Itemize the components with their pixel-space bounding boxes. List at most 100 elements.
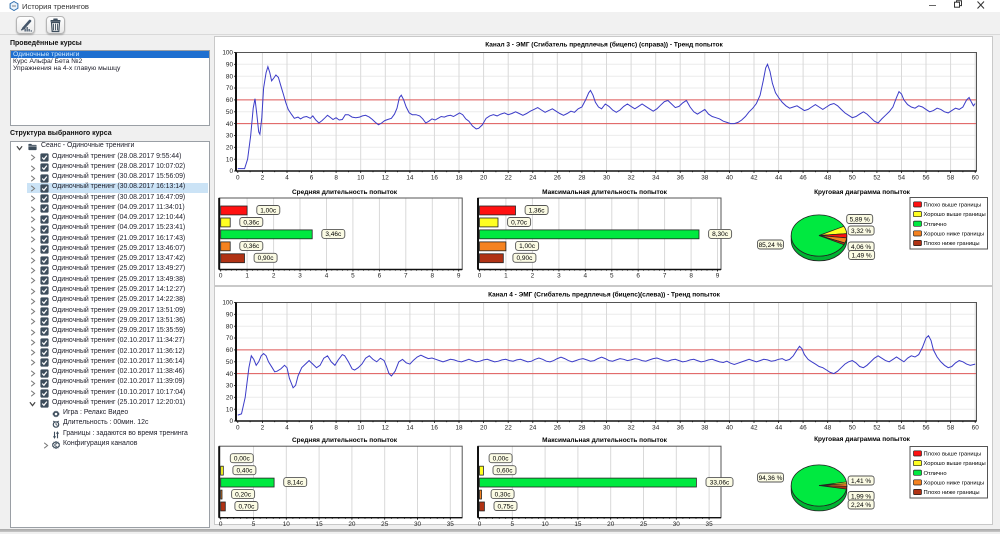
svg-text:36: 36 — [677, 424, 685, 431]
svg-text:24: 24 — [529, 175, 537, 182]
svg-text:4: 4 — [285, 175, 289, 182]
svg-text:90: 90 — [226, 311, 234, 318]
svg-text:0: 0 — [219, 520, 223, 527]
svg-text:0: 0 — [229, 418, 233, 425]
svg-text:10: 10 — [357, 424, 365, 431]
svg-text:16: 16 — [431, 175, 439, 182]
svg-text:0,60с: 0,60с — [497, 467, 514, 474]
svg-text:14: 14 — [406, 175, 414, 182]
svg-text:40: 40 — [226, 370, 234, 377]
svg-text:0,20с: 0,20с — [235, 491, 252, 498]
svg-text:44: 44 — [775, 424, 783, 431]
svg-text:50: 50 — [226, 359, 234, 366]
svg-text:0: 0 — [236, 175, 240, 182]
svg-text:28: 28 — [578, 175, 586, 182]
svg-text:3,46с: 3,46с — [325, 231, 342, 238]
svg-text:4: 4 — [584, 273, 588, 280]
svg-text:22: 22 — [505, 424, 513, 431]
svg-text:Плохо выше границы: Плохо выше границы — [924, 451, 982, 457]
svg-text:50: 50 — [849, 175, 857, 182]
svg-text:46: 46 — [800, 424, 808, 431]
svg-text:28: 28 — [578, 424, 586, 431]
svg-text:5: 5 — [511, 520, 515, 527]
svg-text:0,36с: 0,36с — [243, 243, 260, 250]
svg-text:8: 8 — [689, 273, 693, 280]
svg-text:56: 56 — [922, 424, 930, 431]
svg-text:60: 60 — [226, 347, 234, 354]
svg-text:4: 4 — [285, 424, 289, 431]
svg-text:34: 34 — [652, 424, 660, 431]
svg-text:85,24 %: 85,24 % — [759, 242, 783, 249]
svg-text:Отлично: Отлично — [924, 222, 947, 228]
svg-text:5: 5 — [252, 520, 256, 527]
svg-text:52: 52 — [873, 175, 881, 182]
svg-text:0,30с: 0,30с — [495, 491, 512, 498]
svg-text:60: 60 — [972, 175, 980, 182]
svg-text:Средняя длительность попыток: Средняя длительность попыток — [292, 189, 398, 196]
svg-text:2: 2 — [531, 273, 535, 280]
svg-text:Хорошо выше границы: Хорошо выше границы — [924, 461, 986, 467]
svg-text:22: 22 — [505, 175, 513, 182]
svg-text:15: 15 — [574, 520, 582, 527]
svg-text:10: 10 — [226, 406, 234, 413]
svg-text:30: 30 — [673, 520, 681, 527]
svg-text:34: 34 — [652, 175, 660, 182]
svg-text:32: 32 — [628, 175, 636, 182]
svg-text:30: 30 — [226, 133, 234, 140]
svg-text:1,00с: 1,00с — [519, 243, 536, 250]
svg-text:20: 20 — [607, 520, 615, 527]
svg-text:70: 70 — [226, 335, 234, 342]
svg-text:40: 40 — [726, 175, 734, 182]
svg-text:Круговая диаграмма попыток: Круговая диаграмма попыток — [814, 436, 911, 443]
svg-text:0,70с: 0,70с — [511, 219, 528, 226]
svg-text:2: 2 — [261, 424, 265, 431]
svg-text:94,36 %: 94,36 % — [759, 474, 783, 481]
svg-text:40: 40 — [726, 424, 734, 431]
svg-text:1,36с: 1,36с — [529, 207, 546, 214]
svg-text:20: 20 — [480, 424, 488, 431]
svg-text:Плохо ниже границы: Плохо ниже границы — [924, 490, 980, 496]
svg-text:90: 90 — [226, 62, 234, 69]
svg-text:Канал 4 - ЭМГ (Сгибатель предп: Канал 4 - ЭМГ (Сгибатель предплечья (биц… — [488, 290, 721, 298]
svg-text:44: 44 — [775, 175, 783, 182]
svg-text:2,24 %: 2,24 % — [851, 501, 871, 508]
svg-text:80: 80 — [226, 73, 234, 80]
svg-text:54: 54 — [898, 175, 906, 182]
svg-text:2: 2 — [272, 273, 276, 280]
svg-text:16: 16 — [431, 424, 439, 431]
svg-text:0,36с: 0,36с — [243, 219, 260, 226]
svg-text:0,00с: 0,00с — [493, 455, 510, 462]
svg-text:20: 20 — [480, 175, 488, 182]
svg-text:Плохо ниже границы: Плохо ниже границы — [924, 241, 980, 247]
svg-text:3,32 %: 3,32 % — [851, 228, 871, 235]
svg-text:10: 10 — [357, 175, 365, 182]
svg-text:Средняя длительность попыток: Средняя длительность попыток — [292, 437, 398, 444]
svg-text:100: 100 — [222, 50, 233, 57]
svg-text:58: 58 — [947, 175, 955, 182]
svg-text:12: 12 — [382, 175, 390, 182]
svg-text:60: 60 — [972, 424, 980, 431]
svg-text:70: 70 — [226, 85, 234, 92]
svg-text:12: 12 — [382, 424, 390, 431]
svg-text:56: 56 — [922, 175, 930, 182]
svg-text:Канал 3 - ЭМГ (Сгибатель предп: Канал 3 - ЭМГ (Сгибатель предплечья (биц… — [485, 41, 723, 49]
svg-text:33,06с: 33,06с — [710, 479, 730, 486]
svg-text:0,00с: 0,00с — [234, 455, 251, 462]
svg-text:14: 14 — [406, 424, 414, 431]
svg-text:30: 30 — [603, 175, 611, 182]
svg-text:6: 6 — [378, 273, 382, 280]
svg-text:0,90с: 0,90с — [258, 255, 275, 262]
svg-text:25: 25 — [381, 520, 389, 527]
svg-text:30: 30 — [603, 424, 611, 431]
svg-text:50: 50 — [849, 424, 857, 431]
svg-text:25: 25 — [640, 520, 648, 527]
svg-text:38: 38 — [701, 424, 709, 431]
svg-text:9: 9 — [716, 273, 720, 280]
svg-text:48: 48 — [824, 424, 832, 431]
svg-text:Отлично: Отлично — [924, 470, 947, 476]
svg-text:60: 60 — [226, 97, 234, 104]
svg-text:0: 0 — [219, 273, 223, 280]
svg-text:0,70с: 0,70с — [238, 503, 255, 510]
svg-text:35: 35 — [447, 520, 455, 527]
svg-text:42: 42 — [750, 424, 758, 431]
